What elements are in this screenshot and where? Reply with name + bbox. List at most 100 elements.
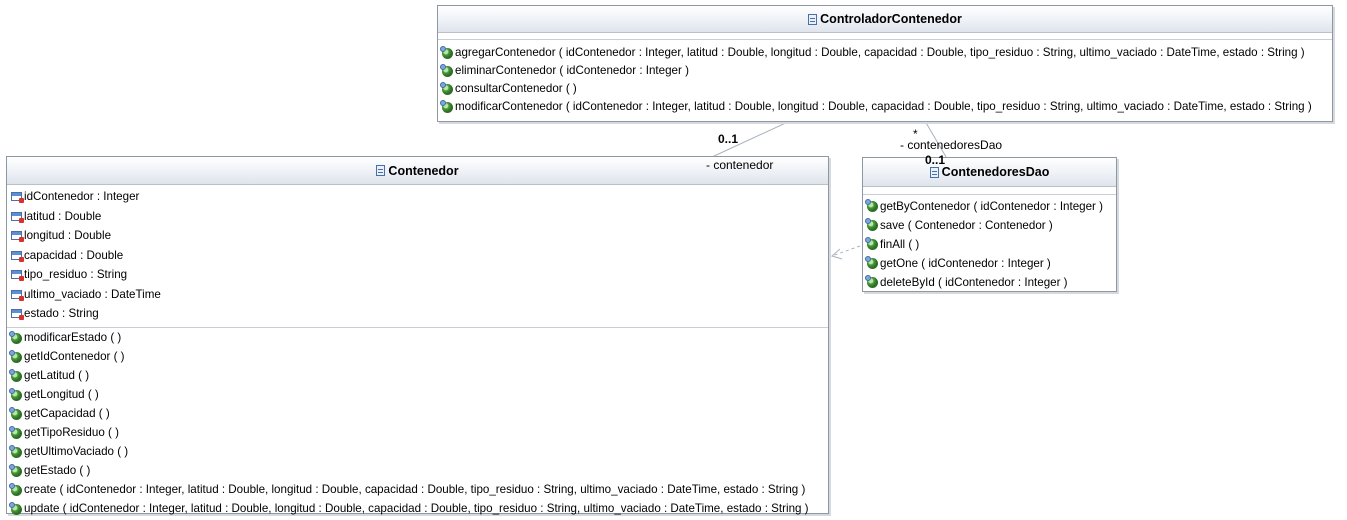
- attribute-icon: [11, 289, 24, 301]
- class-header: Contenedor: [7, 157, 828, 185]
- class-header: ControladorContenedor: [438, 6, 1332, 33]
- attribute-row[interactable]: estado : String: [11, 304, 824, 324]
- operation-row[interactable]: getLatitud ( ): [9, 367, 824, 386]
- operations-section: agregarContenedor ( idContenedor : Integ…: [438, 40, 1332, 120]
- operation-icon: [9, 501, 22, 515]
- operation-row[interactable]: agregarContenedor ( idContenedor : Integ…: [440, 44, 1328, 62]
- operation-label: getTipoResiduo ( ): [24, 426, 119, 440]
- attribute-label: capacidad : Double: [24, 248, 124, 262]
- operation-row[interactable]: getLongitud ( ): [9, 386, 824, 405]
- operation-label: modificarContenedor ( idContenedor : Int…: [455, 100, 1312, 114]
- attribute-row[interactable]: ultimo_vaciado : DateTime: [11, 285, 824, 305]
- class-icon: [376, 165, 386, 176]
- operation-icon: [865, 256, 878, 269]
- operation-label: create ( idContenedor : Integer, latitud…: [24, 483, 806, 497]
- operation-label: update ( idContenedor : Integer, latitud…: [24, 502, 809, 516]
- operation-row[interactable]: getOne ( idContenedor : Integer ): [865, 254, 1112, 273]
- operation-row[interactable]: getCapacidad ( ): [9, 405, 824, 424]
- operation-label: save ( Contenedor : Contenedor ): [880, 218, 1053, 232]
- operation-row[interactable]: getTipoResiduo ( ): [9, 424, 824, 443]
- operation-label: getIdContenedor ( ): [24, 350, 125, 364]
- attribute-label: ultimo_vaciado : DateTime: [24, 287, 161, 301]
- role-contenedores-dao: - contenedoresDao: [900, 138, 1003, 152]
- role-contenedor: - contenedor: [706, 158, 774, 172]
- operation-icon: [9, 425, 22, 439]
- class-contenedores-dao[interactable]: ContenedoresDao getByContenedor ( idCont…: [862, 157, 1117, 292]
- multiplicity-dao-target: 0..1: [925, 153, 946, 167]
- operation-label: getOne ( idContenedor : Integer ): [880, 256, 1051, 270]
- operation-icon: [865, 218, 878, 231]
- operation-row[interactable]: getEstado ( ): [9, 462, 824, 481]
- attribute-label: estado : String: [24, 307, 99, 320]
- operation-label: modificarEstado ( ): [24, 331, 122, 345]
- attribute-icon: [11, 309, 24, 321]
- operation-label: getUltimoVaciado ( ): [24, 445, 129, 459]
- operation-icon: [865, 275, 878, 288]
- operation-label: consultarContenedor ( ): [455, 82, 577, 96]
- operation-label: agregarContenedor ( idContenedor : Integ…: [455, 46, 1305, 60]
- operation-label: getByContenedor ( idContenedor : Integer…: [880, 199, 1103, 213]
- class-name: ContenedoresDao: [941, 165, 1050, 179]
- operation-row[interactable]: getIdContenedor ( ): [9, 348, 824, 367]
- attribute-icon: [11, 250, 24, 262]
- operation-row[interactable]: update ( idContenedor : Integer, latitud…: [9, 500, 824, 519]
- operation-icon: [9, 330, 22, 344]
- attributes-section: [863, 187, 1116, 195]
- operations-section: getByContenedor ( idContenedor : Integer…: [863, 195, 1116, 294]
- class-icon: [929, 166, 939, 178]
- operation-icon: [9, 349, 22, 363]
- class-header: ContenedoresDao: [863, 158, 1116, 187]
- operation-icon: [865, 237, 878, 250]
- operation-icon: [9, 368, 22, 382]
- operation-row[interactable]: save ( Contenedor : Contenedor ): [865, 216, 1112, 235]
- operation-label: getCapacidad ( ): [24, 407, 110, 421]
- operation-row[interactable]: create ( idContenedor : Integer, latitud…: [9, 481, 824, 500]
- multiplicity-contenedor: 0..1: [718, 132, 739, 146]
- attributes-section: [438, 33, 1332, 40]
- attribute-label: longitud : Double: [24, 229, 112, 242]
- attribute-row[interactable]: tipo_residuo : String: [11, 265, 824, 285]
- operation-label: eliminarContenedor ( idContenedor : Inte…: [455, 64, 689, 78]
- class-contenedor[interactable]: Contenedor idContenedor : Integer latitu…: [6, 156, 829, 515]
- attribute-row[interactable]: longitud : Double: [11, 226, 824, 246]
- operation-icon: [440, 63, 453, 77]
- operation-icon: [440, 45, 453, 59]
- operation-row[interactable]: getUltimoVaciado ( ): [9, 443, 824, 462]
- operation-row[interactable]: eliminarContenedor ( idContenedor : Inte…: [440, 62, 1328, 80]
- operation-label: finAll ( ): [880, 237, 920, 251]
- operation-row[interactable]: deleteById ( idContenedor : Integer ): [865, 273, 1112, 292]
- class-icon: [808, 13, 818, 25]
- operation-icon: [865, 199, 878, 212]
- class-name: Contenedor: [388, 163, 459, 178]
- operation-row[interactable]: consultarContenedor ( ): [440, 80, 1328, 98]
- operation-icon: [9, 482, 22, 496]
- operation-icon: [9, 406, 22, 420]
- operation-icon: [9, 463, 22, 477]
- attribute-row[interactable]: latitud : Double: [11, 207, 824, 227]
- attribute-icon: [11, 211, 24, 223]
- operation-row[interactable]: modificarContenedor ( idContenedor : Int…: [440, 98, 1328, 116]
- attribute-row[interactable]: capacidad : Double: [11, 246, 824, 266]
- attribute-icon: [11, 192, 24, 204]
- operation-icon: [9, 387, 22, 401]
- operation-icon: [9, 444, 22, 458]
- class-name: ControladorContenedor: [820, 12, 962, 26]
- operation-row[interactable]: modificarEstado ( ): [9, 329, 824, 348]
- attribute-icon: [11, 270, 24, 282]
- operation-label: getLatitud ( ): [24, 369, 90, 383]
- operation-row[interactable]: finAll ( ): [865, 235, 1112, 254]
- dependency-dao-contenedor: [831, 245, 861, 257]
- attributes-section: idContenedor : Integer latitud : Double …: [7, 185, 828, 328]
- operation-label: getEstado ( ): [24, 464, 91, 478]
- operations-section: modificarEstado ( ) getIdContenedor ( ) …: [7, 328, 828, 520]
- attribute-icon: [11, 231, 24, 243]
- attribute-label: tipo_residuo : String: [24, 268, 128, 281]
- operation-label: deleteById ( idContenedor : Integer ): [880, 275, 1068, 289]
- operation-row[interactable]: getByContenedor ( idContenedor : Integer…: [865, 197, 1112, 216]
- attribute-label: idContenedor : Integer: [24, 190, 140, 203]
- operation-label: getLongitud ( ): [24, 388, 99, 402]
- attribute-label: latitud : Double: [24, 209, 102, 223]
- class-controlador-contenedor[interactable]: ControladorContenedor agregarContenedor …: [437, 5, 1333, 122]
- attribute-row[interactable]: idContenedor : Integer: [11, 187, 824, 207]
- operation-icon: [440, 81, 453, 95]
